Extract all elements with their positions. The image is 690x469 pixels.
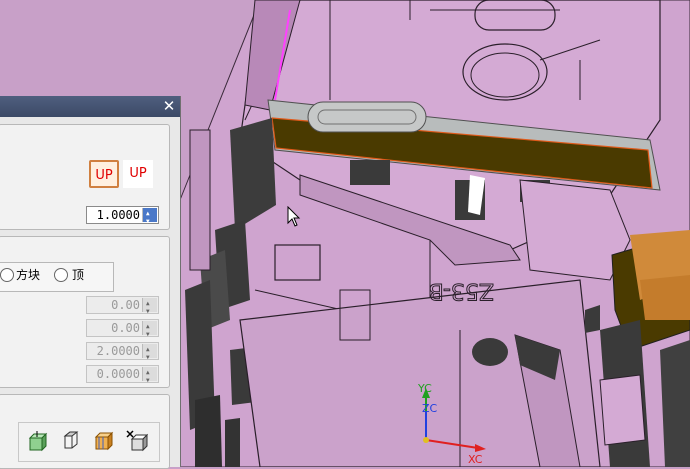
scale-value: 1.0000: [96, 208, 140, 222]
close-icon[interactable]: ✕: [161, 98, 177, 114]
radio-top[interactable]: [54, 268, 68, 282]
radio-block-label: 方块: [16, 268, 41, 282]
delete-body-icon[interactable]: [126, 430, 148, 452]
spinner-arrows-icon[interactable]: [142, 206, 157, 230]
radio-block[interactable]: [0, 268, 14, 282]
spinner-arrows-icon[interactable]: [142, 319, 157, 343]
part-engraving: Z53-B: [429, 278, 494, 303]
mouse-cursor: [287, 206, 301, 227]
field-2-value: 0.00: [111, 321, 140, 335]
field-4-value: 0.0000: [96, 367, 140, 381]
radio-top-label: 顶: [72, 268, 85, 282]
field-4[interactable]: 0.0000: [86, 365, 159, 389]
field-2[interactable]: 0.00: [86, 319, 159, 343]
block-icon[interactable]: [26, 430, 48, 452]
yc-axis-label: YC: [418, 382, 432, 395]
up-button-selected[interactable]: UP: [89, 160, 119, 188]
zc-axis-label: ZC: [422, 402, 438, 415]
scale-spinner[interactable]: 1.0000: [86, 206, 159, 230]
spinner-arrows-icon[interactable]: [142, 342, 157, 366]
field-1[interactable]: 0.00: [86, 296, 159, 320]
field-3[interactable]: 2.0000: [86, 342, 159, 366]
spinner-arrows-icon[interactable]: [142, 296, 157, 320]
spinner-arrows-icon[interactable]: [142, 365, 157, 389]
dialog-titlebar[interactable]: ✕: [0, 96, 180, 117]
up-button[interactable]: UP: [123, 160, 153, 188]
extrude-icon[interactable]: [60, 430, 82, 452]
field-3-value: 2.0000: [96, 344, 140, 358]
xc-axis-label: XC: [468, 453, 483, 466]
boundary-block-icon[interactable]: [92, 430, 114, 452]
field-1-value: 0.00: [111, 298, 140, 312]
